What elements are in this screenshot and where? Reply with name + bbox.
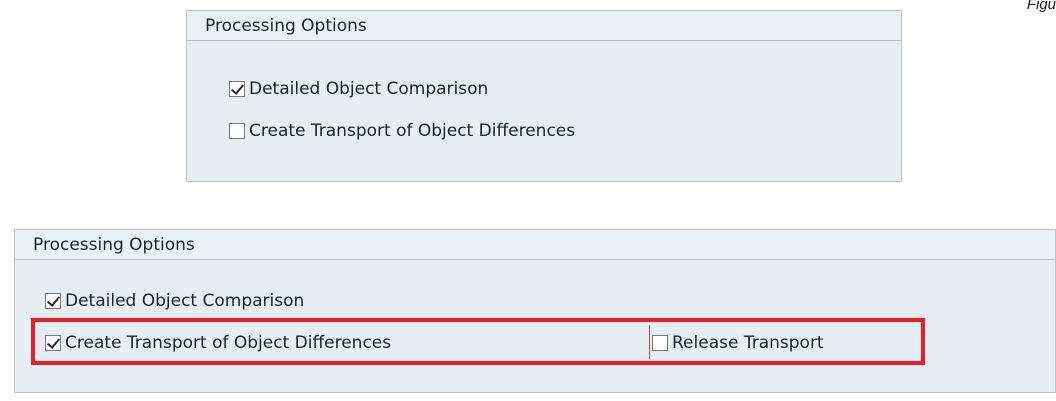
screenshot-stage: Figu Processing Options Detailed Object … — [0, 0, 1056, 401]
detailed-object-comparison-option[interactable]: Detailed Object Comparison — [45, 291, 304, 311]
option-label: Create Transport of Object Differences — [249, 121, 576, 141]
panel-header-top: Processing Options — [187, 11, 901, 41]
figure-label: Figu — [1026, 0, 1056, 13]
highlight-box — [31, 318, 925, 365]
option-label: Detailed Object Comparison — [65, 291, 305, 311]
checkbox-create-transport[interactable] — [229, 123, 245, 139]
processing-options-panel-top: Processing Options Detailed Object Compa… — [186, 10, 902, 182]
processing-options-panel-bottom: Processing Options Detailed Object Compa… — [14, 229, 1056, 393]
checkbox-detailed-object-comparison[interactable] — [229, 81, 245, 97]
panel-header-bottom: Processing Options — [15, 230, 1055, 260]
create-transport-option[interactable]: Create Transport of Object Differences — [229, 121, 575, 141]
option-label: Detailed Object Comparison — [249, 79, 489, 99]
detailed-object-comparison-option[interactable]: Detailed Object Comparison — [229, 79, 488, 99]
checkbox-detailed-object-comparison[interactable] — [45, 293, 61, 309]
